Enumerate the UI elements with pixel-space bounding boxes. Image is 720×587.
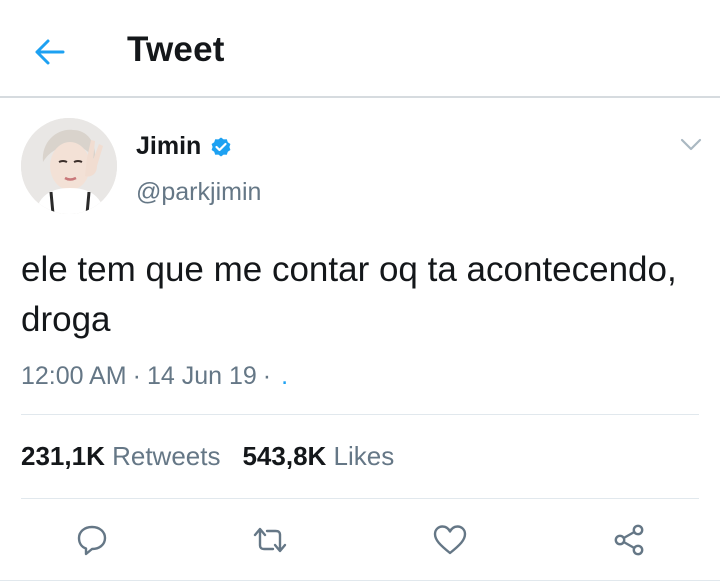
share-icon: [614, 524, 644, 556]
tweet-date: 14 Jun 19: [146, 362, 257, 390]
avatar[interactable]: [21, 118, 117, 214]
bottom-divider: [0, 580, 720, 581]
profile-photo: [21, 118, 117, 214]
meta-separator: ·: [262, 362, 272, 390]
like-button[interactable]: [430, 520, 470, 560]
header-bar: Tweet: [0, 0, 720, 98]
retweet-button[interactable]: [250, 520, 290, 560]
tweet-time: 12:00 AM: [21, 362, 127, 390]
author-handle[interactable]: @parkjimin: [136, 178, 261, 207]
retweets-stat[interactable]: 231,1K Retweets: [21, 441, 220, 471]
comment-icon: [77, 525, 107, 556]
author-row[interactable]: Jimin: [136, 132, 233, 161]
retweets-label: Retweets: [112, 441, 221, 471]
chevron-down-icon: [680, 138, 702, 151]
tweet-stats: 231,1K Retweets 543,8K Likes: [21, 441, 416, 472]
arrow-left-icon: [35, 39, 65, 65]
author-name[interactable]: Jimin: [136, 132, 201, 161]
share-button[interactable]: [609, 520, 649, 560]
page-title: Tweet: [127, 30, 225, 69]
back-button[interactable]: [30, 32, 70, 72]
reply-button[interactable]: [72, 520, 112, 560]
tweet-meta: 12:00 AM · 14 Jun 19 ·.: [21, 362, 288, 391]
tweet-text: ele tem que me contar oq ta acontecendo,…: [21, 250, 677, 339]
more-options-button[interactable]: [676, 130, 706, 160]
action-bar: [0, 512, 720, 568]
likes-label: Likes: [333, 441, 395, 471]
heart-icon: [433, 525, 467, 555]
likes-stat[interactable]: 543,8K Likes: [242, 441, 394, 471]
retweets-count: 231,1K: [21, 441, 105, 471]
retweet-icon: [253, 527, 287, 553]
divider: [21, 498, 699, 499]
likes-count: 543,8K: [242, 441, 327, 471]
tweet-source-link[interactable]: .: [281, 362, 288, 390]
verified-badge-icon: [211, 137, 231, 156]
meta-separator: ·: [132, 362, 141, 390]
divider: [21, 414, 699, 415]
